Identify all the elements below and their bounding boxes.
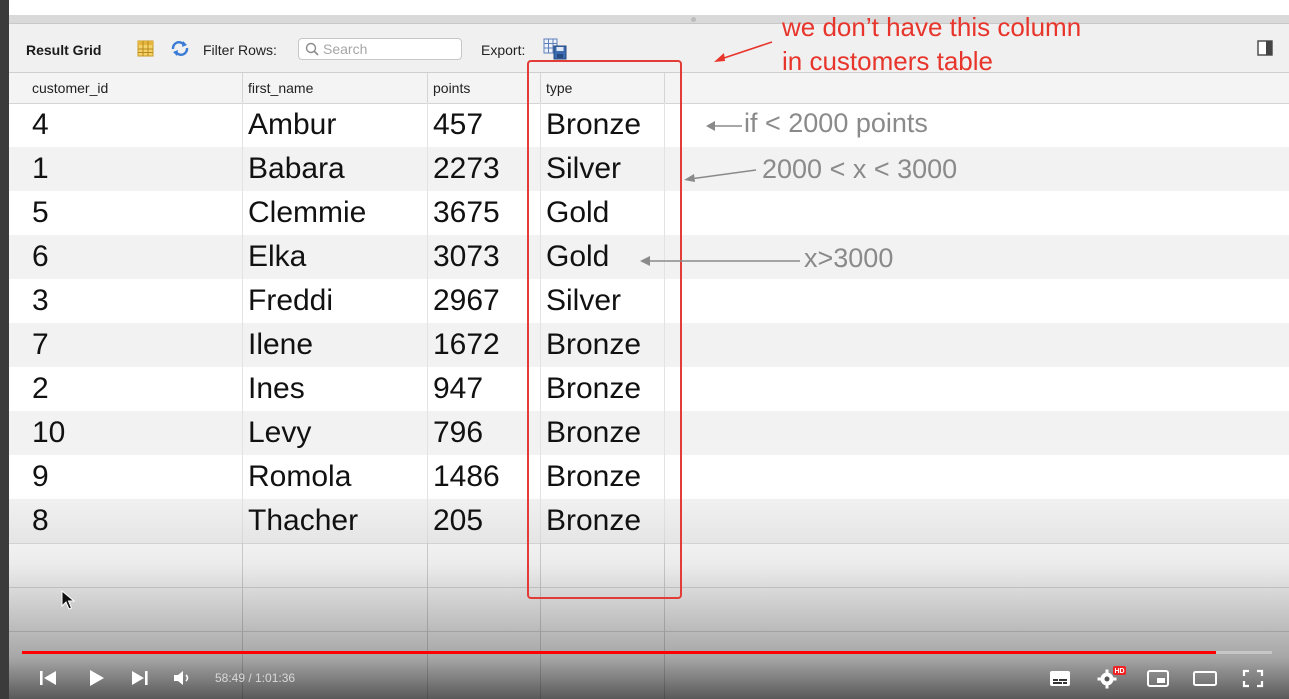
fullscreen-icon[interactable] [1240, 666, 1266, 690]
column-header-first-name[interactable]: first_name [243, 73, 428, 103]
hd-badge: HD [1114, 668, 1124, 675]
cell-first-name[interactable]: Ilene [243, 323, 428, 367]
left-edge [0, 0, 9, 699]
cell-customer-id[interactable]: 9 [27, 455, 243, 499]
cell-first-name[interactable]: Ambur [243, 103, 428, 147]
window-dot [691, 17, 696, 22]
cell-first-name[interactable]: Levy [243, 411, 428, 455]
toggle-side-panel-icon[interactable] [1257, 40, 1273, 56]
cell-customer-id[interactable]: 3 [27, 279, 243, 323]
red-arrow-icon [714, 41, 773, 62]
cell-customer-id[interactable]: 5 [27, 191, 243, 235]
cell-first-name[interactable]: Elka [243, 235, 428, 279]
mouse-cursor-icon [61, 590, 76, 610]
export-label: Export: [481, 42, 526, 58]
export-icon[interactable] [543, 38, 567, 60]
progress-fill [22, 651, 1216, 654]
annotation-note-line2: in customers table [782, 46, 993, 76]
cell-first-name[interactable]: Babara [243, 147, 428, 191]
cell-points[interactable]: 3073 [428, 235, 541, 279]
cell-first-name[interactable]: Thacher [243, 499, 428, 543]
volume-icon[interactable] [171, 666, 197, 690]
settings-icon[interactable]: HD [1096, 666, 1126, 690]
video-time: 58:49 / 1:01:36 [215, 671, 296, 685]
play-icon[interactable] [84, 666, 110, 690]
result-grid-title: Result Grid [26, 42, 102, 58]
cell-customer-id[interactable]: 10 [27, 411, 243, 455]
window-titlebar [9, 15, 1289, 24]
skip-previous-icon[interactable] [36, 666, 62, 690]
search-input[interactable] [323, 40, 457, 58]
cell-points[interactable]: 1486 [428, 455, 541, 499]
cell-customer-id[interactable]: 6 [27, 235, 243, 279]
cell-points[interactable]: 796 [428, 411, 541, 455]
miniplayer-icon[interactable] [1145, 666, 1171, 690]
grid-layout-icon[interactable] [137, 40, 154, 57]
type-column-highlight [527, 60, 682, 599]
cell-points[interactable]: 3675 [428, 191, 541, 235]
cell-first-name[interactable]: Ines [243, 367, 428, 411]
annotation-note-line1: we don’t have this column [782, 12, 1082, 42]
cell-customer-id[interactable]: 7 [27, 323, 243, 367]
cell-first-name[interactable]: Freddi [243, 279, 428, 323]
cell-customer-id[interactable]: 2 [27, 367, 243, 411]
theater-icon[interactable] [1192, 666, 1218, 690]
search-icon [305, 42, 319, 56]
filter-search-box[interactable] [298, 38, 462, 60]
cell-points[interactable]: 205 [428, 499, 541, 543]
arrow-left-icon [640, 256, 800, 266]
progress-bar[interactable] [22, 651, 1272, 654]
column-header-points[interactable]: points [428, 73, 541, 103]
video-frame: Result Grid Filter Rows: Search Export: … [0, 0, 1289, 699]
cell-points[interactable]: 947 [428, 367, 541, 411]
filter-rows-label: Filter Rows: [203, 42, 277, 58]
cell-first-name[interactable]: Clemmie [243, 191, 428, 235]
skip-next-icon[interactable] [127, 666, 153, 690]
annotation-gold-rule: x>3000 [804, 243, 894, 273]
annotation-silver-rule: 2000 < x < 3000 [762, 154, 958, 184]
refresh-icon[interactable] [170, 40, 189, 57]
annotation-bronze-rule: if < 2000 points [744, 108, 928, 138]
arrow-left-icon [706, 121, 742, 131]
cell-points[interactable]: 457 [428, 103, 541, 147]
cell-customer-id[interactable]: 8 [27, 499, 243, 543]
cell-customer-id[interactable]: 4 [27, 103, 243, 147]
cell-points[interactable]: 2967 [428, 279, 541, 323]
cell-points[interactable]: 1672 [428, 323, 541, 367]
column-header-customer-id[interactable]: customer_id [27, 73, 243, 103]
arrow-left-icon [684, 169, 757, 182]
cell-first-name[interactable]: Romola [243, 455, 428, 499]
cell-customer-id[interactable]: 1 [27, 147, 243, 191]
cell-points[interactable]: 2273 [428, 147, 541, 191]
subtitles-icon[interactable] [1047, 666, 1073, 690]
top-strip [9, 0, 1289, 15]
